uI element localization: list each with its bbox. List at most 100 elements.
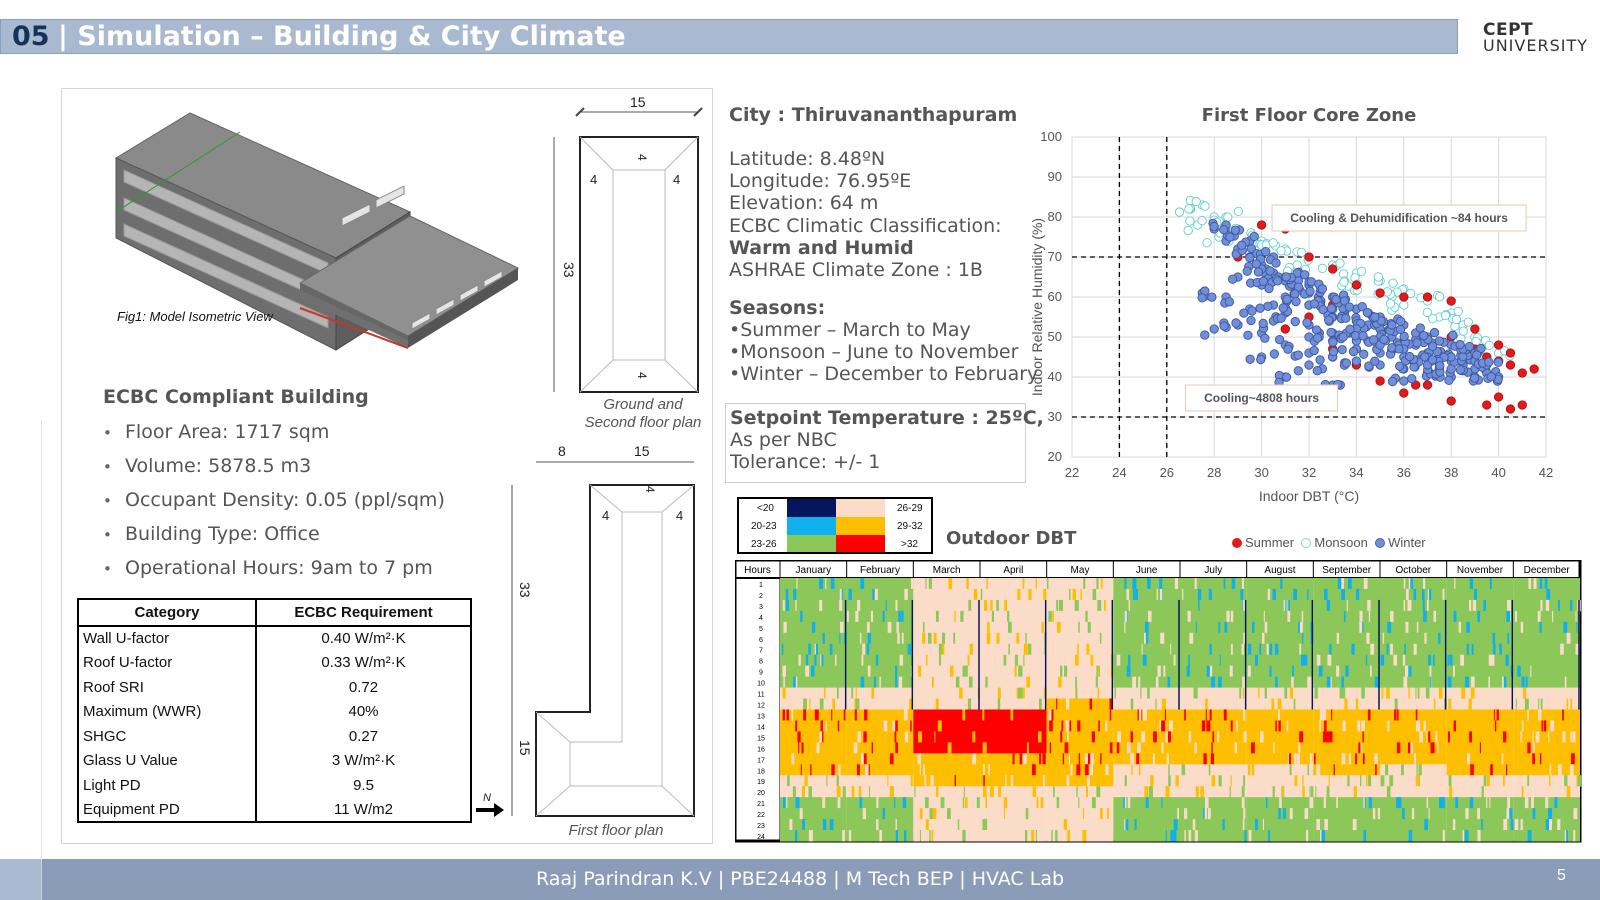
data-point-winter <box>1197 293 1207 303</box>
heatmap-day-streak <box>1274 643 1279 656</box>
heatmap-day-streak <box>1226 610 1230 623</box>
data-point-winter <box>1283 344 1293 354</box>
heatmap-cell <box>913 588 980 601</box>
heatmap-day-streak <box>1402 654 1406 667</box>
heatmap-day-streak <box>1521 676 1525 689</box>
data-point-summer <box>1446 296 1456 306</box>
heatmap-cell <box>913 808 980 820</box>
heatmap-day-streak <box>876 797 879 809</box>
heatmap-cell <box>1380 676 1447 689</box>
heatmap-day-streak <box>1314 753 1316 765</box>
heatmap-day-streak <box>801 742 804 754</box>
data-point-winter <box>1326 303 1337 314</box>
heatmap-day-streak <box>924 775 927 787</box>
heatmap-day-streak <box>1182 588 1184 601</box>
heatmap-day-streak <box>1306 830 1309 842</box>
heatmap-day-streak <box>851 786 855 798</box>
heatmap-day-streak <box>879 830 883 842</box>
heatmap-cell <box>846 621 914 634</box>
heatmap-day-streak <box>1207 808 1211 820</box>
heatmap-day-streak <box>1545 819 1549 831</box>
heatmap-day-streak <box>1328 775 1330 787</box>
heatmap-day-streak <box>1147 687 1150 700</box>
heatmap-day-streak <box>1148 610 1152 623</box>
data-point-winter <box>1219 321 1229 331</box>
heatmap-day-streak <box>873 676 877 689</box>
heatmap-day-streak <box>867 632 872 645</box>
heatmap-day-streak <box>1065 698 1070 710</box>
heatmap-day-streak <box>1466 643 1470 656</box>
heatmap-day-streak <box>991 610 995 623</box>
heatmap-day-streak <box>1096 786 1101 798</box>
heatmap-day-streak <box>1353 786 1357 798</box>
heatmap-cell <box>1513 610 1580 623</box>
heatmap-day-streak <box>1326 786 1330 798</box>
heatmap-day-streak <box>839 588 842 601</box>
heatmap-day-streak <box>1407 742 1411 754</box>
heatmap-cell <box>1046 775 1114 787</box>
heatmap-day-streak <box>1293 698 1296 710</box>
data-point-monsoon <box>1335 258 1345 268</box>
heatmap-day-streak <box>1067 731 1069 743</box>
data-point-winter <box>1278 303 1288 313</box>
data-point-winter <box>1258 276 1268 286</box>
legend-dot-winter <box>1375 538 1386 548</box>
heatmap-day-streak <box>848 588 852 601</box>
heatmap-day-streak <box>1128 599 1131 612</box>
heatmap-day-streak <box>1563 621 1568 634</box>
heatmap-day-streak <box>1056 599 1059 612</box>
data-point-winter <box>1305 286 1315 296</box>
heatmap-day-streak <box>1489 578 1492 590</box>
heatmap-day-streak <box>1161 720 1166 732</box>
heatmap-day-streak <box>1086 786 1088 798</box>
building-heading: ECBC Compliant Building <box>103 386 369 408</box>
heatmap-day-streak <box>1448 698 1452 710</box>
heatmap-cell <box>846 720 914 732</box>
heatmap-cell <box>1446 720 1514 732</box>
heatmap-day-streak <box>1566 830 1568 842</box>
data-point-winter <box>1395 324 1406 335</box>
data-point-winter <box>1435 361 1445 371</box>
heatmap-cell <box>1180 786 1247 798</box>
heatmap-day-streak <box>1396 797 1400 809</box>
heatmap-day-streak <box>1156 588 1158 601</box>
heatmap-day-streak <box>1408 578 1411 590</box>
data-point-winter <box>1274 334 1285 345</box>
heatmap-day-streak <box>1346 599 1348 612</box>
heatmap-day-streak <box>1034 731 1037 743</box>
heatmap-day-streak <box>1266 643 1269 656</box>
heatmap-cell <box>1380 687 1447 700</box>
heatmap-day-streak <box>1360 775 1362 787</box>
heatmap-day-streak <box>1386 643 1389 656</box>
month-header: February <box>860 565 900 576</box>
heatmap-day-streak <box>1167 731 1172 743</box>
data-point-summer <box>1517 400 1527 410</box>
heatmap-day-streak <box>1132 676 1137 689</box>
heatmap-day-streak <box>1267 588 1271 601</box>
heatmap-cell <box>1380 665 1447 678</box>
heatmap-day-streak <box>889 753 894 765</box>
heatmap-day-streak <box>1184 709 1186 721</box>
heatmap-day-streak <box>1367 599 1371 612</box>
heatmap-day-streak <box>1291 676 1294 689</box>
heatmap-day-streak <box>1258 687 1260 700</box>
heatmap-cell <box>1446 599 1514 612</box>
heatmap-day-streak <box>1280 578 1283 590</box>
heatmap-day-streak <box>822 819 827 831</box>
heatmap-day-streak <box>1343 687 1346 700</box>
heatmap-day-streak <box>1204 797 1209 809</box>
heatmap-day-streak <box>1493 709 1495 721</box>
heatmap-day-streak <box>1210 753 1214 765</box>
data-point-winter <box>1472 350 1482 360</box>
heatmap-day-streak <box>1411 808 1415 820</box>
table-header-row: Category ECBC Requirement <box>77 598 472 627</box>
heatmap-day-streak <box>1090 654 1094 667</box>
heatmap-day-streak <box>1042 753 1046 765</box>
heatmap-day-streak <box>1423 610 1427 623</box>
heatmap-day-streak <box>1525 676 1527 689</box>
heatmap-day-streak <box>1014 654 1018 667</box>
heatmap-day-streak <box>846 610 849 623</box>
heatmap-day-streak <box>1423 578 1426 590</box>
heatmap-day-streak <box>885 599 887 612</box>
heatmap-day-streak <box>786 797 788 809</box>
